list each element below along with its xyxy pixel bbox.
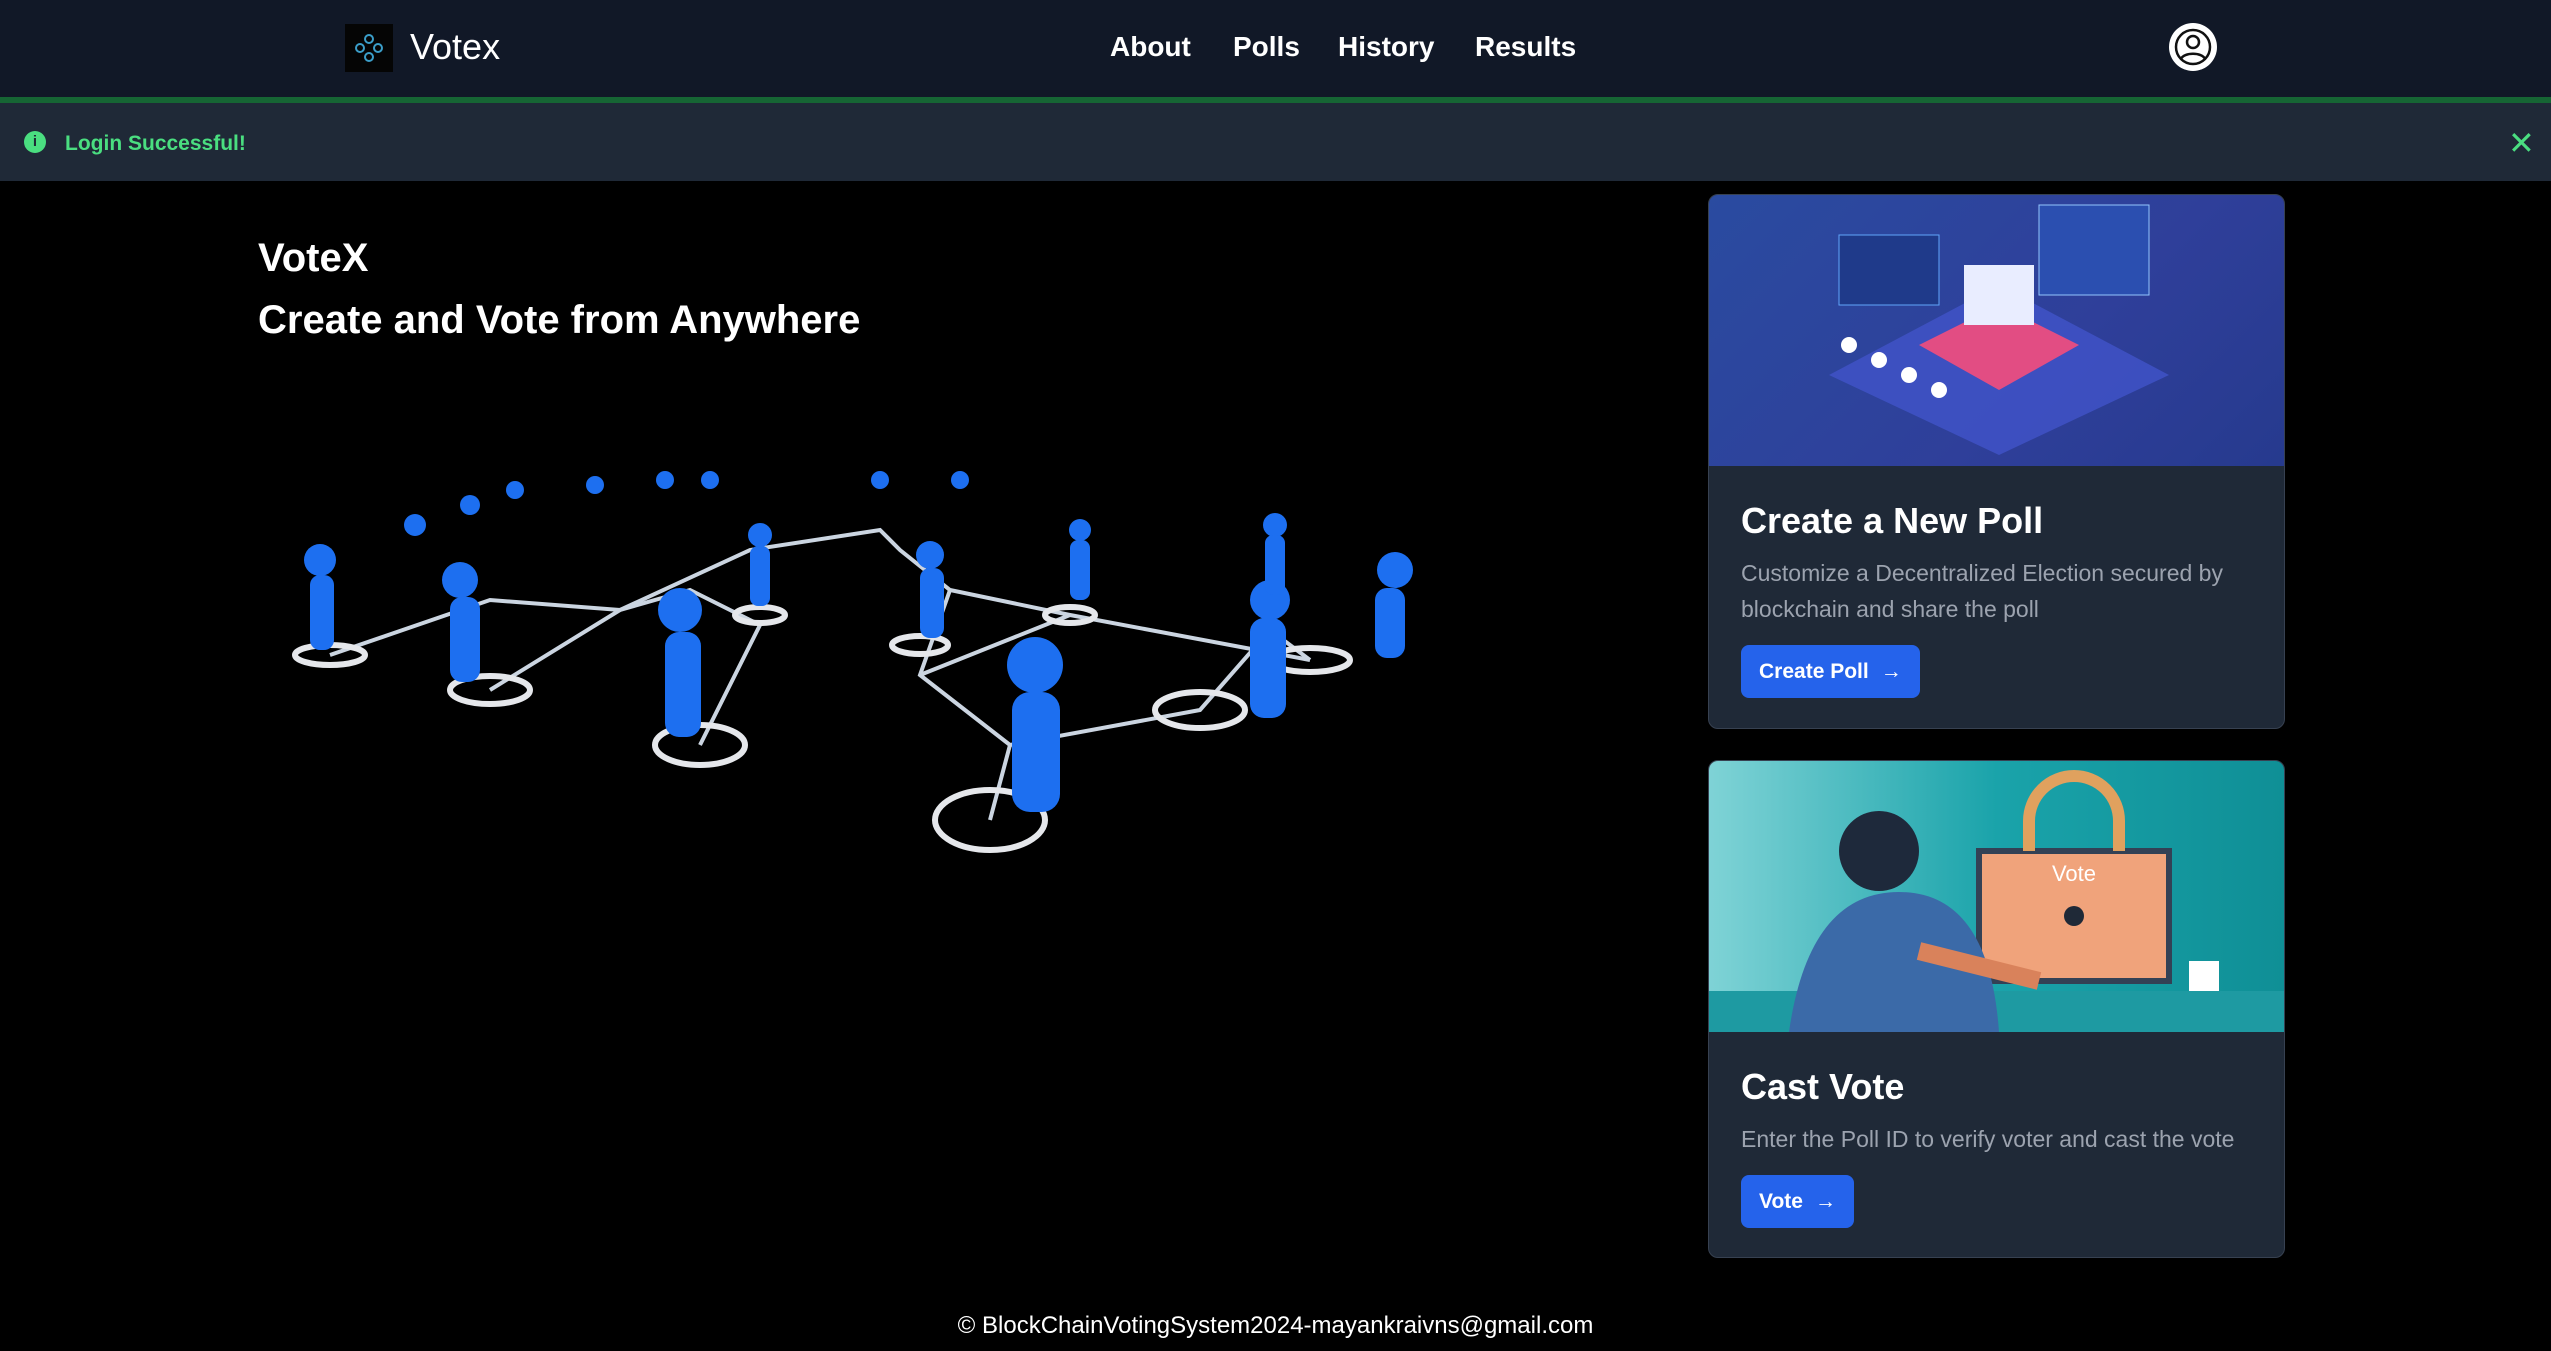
footer-text: © BlockChainVotingSystem2024-mayankraivn… bbox=[957, 1312, 1594, 1339]
card-description: Customize a Decentralized Election secur… bbox=[1741, 560, 2223, 622]
button-label: Vote bbox=[1759, 1189, 1803, 1213]
card-description: Enter the Poll ID to verify voter and ca… bbox=[1741, 1126, 2235, 1152]
card-title: Cast Vote bbox=[1741, 1066, 1905, 1107]
brand-name[interactable]: Votex bbox=[410, 26, 500, 68]
button-label: Create Poll bbox=[1759, 659, 1869, 683]
close-icon[interactable]: ✕ bbox=[2508, 124, 2535, 162]
create-poll-button[interactable]: Create Poll → bbox=[1741, 645, 1920, 698]
nav-history[interactable]: History bbox=[1338, 31, 1434, 63]
navbar: Votex About Polls History Results bbox=[0, 0, 2551, 97]
nav-results[interactable]: Results bbox=[1475, 31, 1576, 63]
arrow-right-icon: → bbox=[1880, 659, 1902, 683]
logo-icon[interactable] bbox=[345, 24, 393, 72]
cast-vote-image: Vote bbox=[1709, 761, 2284, 1032]
nav-polls[interactable]: Polls bbox=[1233, 31, 1300, 63]
network-illustration bbox=[292, 471, 1413, 853]
info-icon: i bbox=[24, 131, 46, 153]
user-circle-icon[interactable] bbox=[2169, 23, 2217, 71]
hero-title: VoteX bbox=[258, 236, 369, 280]
success-alert bbox=[0, 103, 2551, 181]
arrow-right-icon: → bbox=[1814, 1189, 1836, 1213]
create-poll-image bbox=[1709, 195, 2284, 466]
vote-button[interactable]: Vote → bbox=[1741, 1175, 1854, 1228]
hero-subtitle: Create and Vote from Anywhere bbox=[258, 298, 861, 342]
vote-image-label: Vote bbox=[2052, 861, 2096, 886]
create-poll-card: Create a New Poll Customize a Decentrali… bbox=[1708, 194, 2285, 729]
card-title: Create a New Poll bbox=[1741, 500, 2044, 541]
alert-message: Login Successful! bbox=[65, 132, 246, 155]
nav-about[interactable]: About bbox=[1110, 31, 1191, 63]
cast-vote-card: Vote Cast Vote Enter the Poll ID to veri… bbox=[1708, 760, 2285, 1258]
